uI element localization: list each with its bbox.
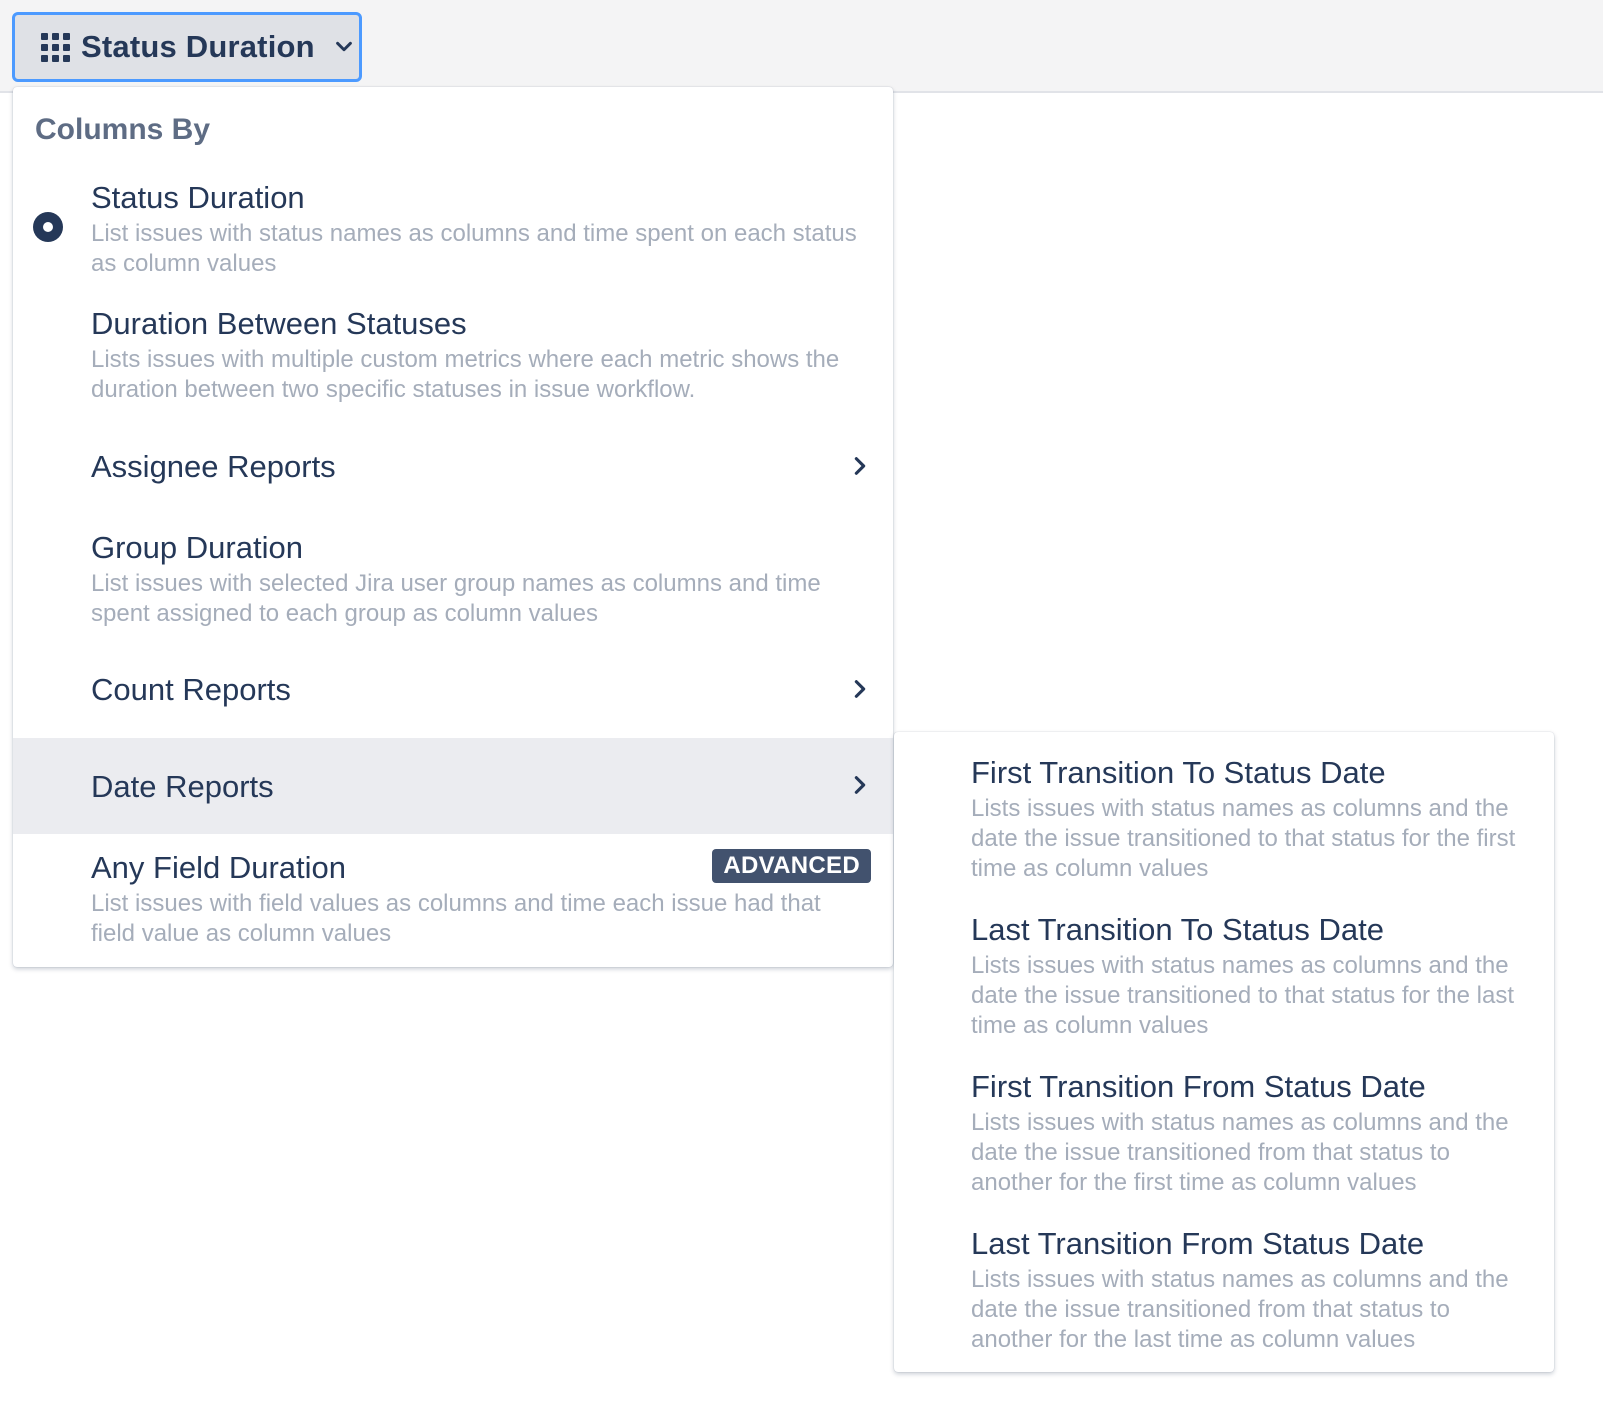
radio-selected-icon xyxy=(33,212,63,242)
submenu-item-description: Lists issues with status names as column… xyxy=(971,795,1516,882)
submenu-item-title: First Transition From Status Date xyxy=(971,1069,1426,1104)
submenu-item-first-transition-to-status-date[interactable]: First Transition To Status Date Lists is… xyxy=(894,754,1554,884)
chevron-right-icon xyxy=(854,457,866,475)
menu-item-title: Assignee Reports xyxy=(91,449,336,484)
grid-icon xyxy=(41,32,70,62)
menu-item-description: List issues with field values as columns… xyxy=(91,890,821,947)
menu-item-assignee-reports[interactable]: Assignee Reports xyxy=(13,420,893,516)
submenu-item-title: Last Transition To Status Date xyxy=(971,912,1384,947)
menu-item-status-duration[interactable]: Status Duration List issues with status … xyxy=(13,179,893,279)
menu-item-duration-between-statuses[interactable]: Duration Between Statuses Lists issues w… xyxy=(13,305,893,405)
menu-item-description: List issues with status names as columns… xyxy=(91,220,857,277)
submenu-item-first-transition-from-status-date[interactable]: First Transition From Status Date Lists … xyxy=(894,1068,1554,1198)
submenu-item-description: Lists issues with status names as column… xyxy=(971,1109,1509,1196)
dropdown-button-label: Status Duration xyxy=(81,29,315,64)
menu-item-title: Group Duration xyxy=(91,530,303,565)
menu-item-description: List issues with selected Jira user grou… xyxy=(91,570,821,627)
chevron-right-icon xyxy=(854,776,866,794)
columns-by-menu: Columns By Status Duration List issues w… xyxy=(13,87,893,967)
chevron-right-icon xyxy=(854,680,866,698)
menu-item-description: Lists issues with multiple custom metric… xyxy=(91,346,840,403)
menu-item-count-reports[interactable]: Count Reports xyxy=(13,643,893,739)
submenu-item-description: Lists issues with status names as column… xyxy=(971,952,1514,1039)
menu-section-heading: Columns By xyxy=(35,113,211,146)
submenu-item-title: Last Transition From Status Date xyxy=(971,1226,1425,1261)
menu-item-title: Status Duration xyxy=(91,180,305,215)
submenu-item-last-transition-to-status-date[interactable]: Last Transition To Status Date Lists iss… xyxy=(894,911,1554,1041)
menu-item-title: Duration Between Statuses xyxy=(91,306,467,341)
submenu-item-description: Lists issues with status names as column… xyxy=(971,1266,1509,1353)
date-reports-submenu: First Transition To Status Date Lists is… xyxy=(894,732,1554,1372)
menu-item-title: Date Reports xyxy=(91,769,274,804)
columns-by-dropdown-button[interactable]: Status Duration xyxy=(12,12,362,82)
menu-item-any-field-duration[interactable]: Any Field Duration List issues with fiel… xyxy=(13,849,893,949)
chevron-down-icon xyxy=(335,41,352,52)
submenu-item-last-transition-from-status-date[interactable]: Last Transition From Status Date Lists i… xyxy=(894,1225,1554,1355)
advanced-badge: ADVANCED xyxy=(712,849,871,883)
submenu-item-title: First Transition To Status Date xyxy=(971,755,1386,790)
menu-item-date-reports[interactable]: Date Reports xyxy=(13,738,893,834)
menu-item-group-duration[interactable]: Group Duration List issues with selected… xyxy=(13,529,893,629)
menu-item-title: Count Reports xyxy=(91,672,291,707)
